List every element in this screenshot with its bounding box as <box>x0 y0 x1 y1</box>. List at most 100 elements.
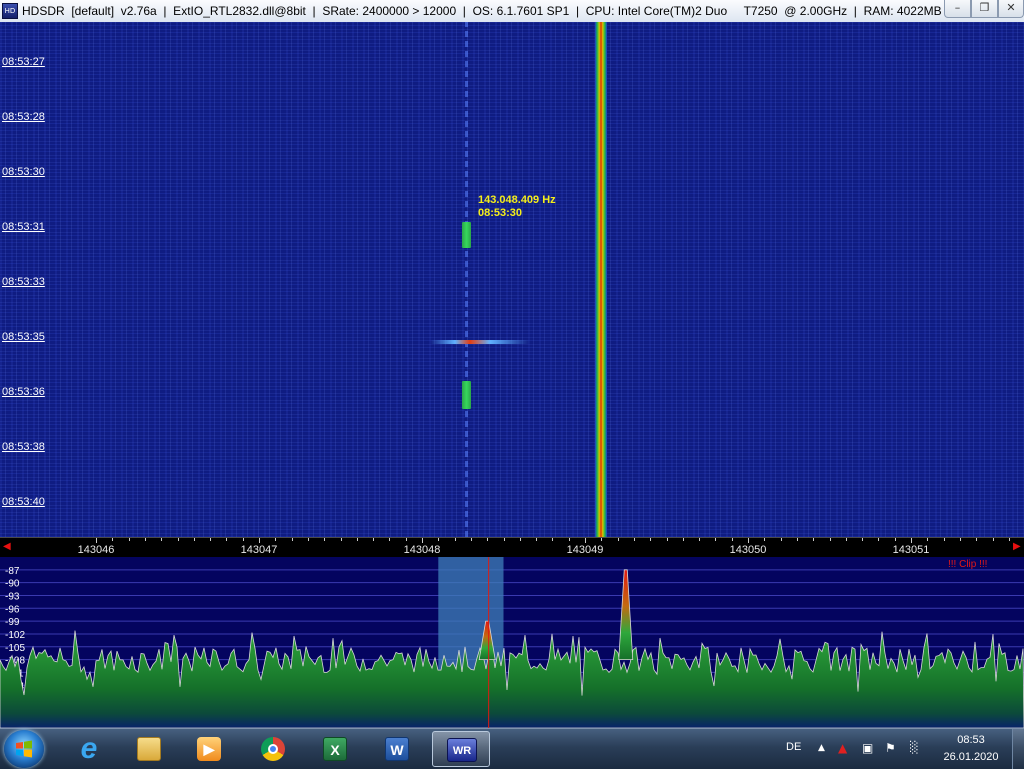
frequency-tickmark <box>731 538 733 541</box>
show-desktop-button[interactable] <box>1012 729 1024 769</box>
waterfall-timestamp: 08:53:31 <box>2 221 45 233</box>
frequency-tickmark <box>666 538 668 541</box>
waterfall-timestamp: 08:53:28 <box>2 111 45 123</box>
db-tick-label: -96 <box>5 604 20 615</box>
frequency-tickmark <box>438 538 440 541</box>
frequency-tickmark <box>389 538 391 541</box>
db-tick-label: -93 <box>5 591 20 602</box>
action-center-flag-icon[interactable]: ⚑ <box>885 741 896 755</box>
db-tick-label: -105 <box>5 643 25 654</box>
taskbar-media-player[interactable]: ▶ <box>184 731 234 767</box>
frequency-tickmark <box>324 538 326 541</box>
frequency-tick-label: 143048 <box>403 544 441 556</box>
close-button[interactable]: ✕ <box>998 0 1024 18</box>
clock-time[interactable]: 08:53 <box>940 734 1002 746</box>
frequency-tickmark <box>96 538 97 543</box>
db-tick-label: -90 <box>5 579 20 590</box>
taskbar-word[interactable]: W <box>372 731 422 767</box>
folder-icon <box>137 737 161 761</box>
frequency-tickmark <box>340 538 342 541</box>
frequency-tick-label: 143049 <box>566 544 604 556</box>
clock-date[interactable]: 26.01.2020 <box>940 751 1002 763</box>
frequency-ruler[interactable]: ◀ ▶ 143046 143047 143048 143049 143050 143051 <box>0 537 1024 558</box>
waterfall-timestamp: 08:53:40 <box>2 496 45 508</box>
taskbar-file-explorer[interactable] <box>124 731 174 767</box>
scroll-right-arrow-icon[interactable]: ▶ <box>1013 541 1021 552</box>
frequency-tickmark <box>470 538 472 541</box>
antivirus-icon[interactable]: ▲ <box>838 741 847 755</box>
device-icon[interactable]: ▣ <box>862 741 873 755</box>
frequency-tickmark <box>259 538 260 543</box>
scroll-left-arrow-icon[interactable]: ◀ <box>3 541 11 552</box>
frequency-tickmark <box>536 538 538 541</box>
frequency-tickmark <box>210 538 212 541</box>
frequency-tickmark <box>813 538 815 541</box>
signal-trail <box>465 22 468 537</box>
maximize-button[interactable]: ❐ <box>971 0 998 18</box>
media-player-icon: ▶ <box>197 737 221 761</box>
frequency-tickmark <box>878 538 880 541</box>
frequency-tickmark <box>585 538 586 543</box>
spectrum-display[interactable]: -87-90-93-96-99-102-105-108-111-114-117-… <box>0 557 1024 728</box>
frequency-tickmark <box>307 538 309 541</box>
minimize-button[interactable]: – <box>944 0 971 18</box>
frequency-tickmark <box>291 538 293 541</box>
frequency-tickmark <box>144 538 146 541</box>
taskbar-chrome[interactable] <box>248 731 298 767</box>
db-tick-label: -102 <box>5 630 25 641</box>
frequency-tickmark <box>177 538 179 541</box>
word-icon: W <box>385 737 409 761</box>
frequency-tickmark <box>976 538 978 541</box>
signal-sweep <box>430 340 530 344</box>
taskbar-hdsdr[interactable]: WR <box>432 731 490 767</box>
waterfall-display[interactable]: 08:53:27 08:53:28 08:53:30 08:53:31 08:5… <box>0 22 1024 537</box>
chrome-icon <box>261 737 285 761</box>
frequency-tickmark <box>112 538 114 541</box>
show-hidden-icons-icon[interactable]: ▲ <box>818 743 825 753</box>
title-bar[interactable]: HD HDSDR [default] v2.76a | ExtIO_RTL283… <box>0 0 1024 23</box>
maximize-icon: ❐ <box>979 1 990 14</box>
taskbar: e ▶ X W WR DE ▲ ▲ ▣ ⚑ ░ 08:53 26.01.2020 <box>0 728 1024 769</box>
frequency-tickmark <box>568 538 570 541</box>
frequency-tickmark <box>405 538 407 541</box>
taskbar-excel[interactable]: X <box>310 731 360 767</box>
frequency-tick-label: 143051 <box>892 544 930 556</box>
carrier-signal <box>595 22 607 537</box>
frequency-tickmark <box>503 538 505 541</box>
frequency-tickmark <box>356 538 358 541</box>
frequency-tickmark <box>829 538 831 541</box>
signal-peak <box>618 569 634 660</box>
input-language[interactable]: DE <box>786 741 801 753</box>
start-button[interactable] <box>4 730 44 768</box>
cursor-readout: 143.048.409 Hz 08:53:30 <box>478 194 556 220</box>
frequency-tick-label: 143050 <box>729 544 767 556</box>
waterfall-timestamp: 08:53:30 <box>2 166 45 178</box>
hdsdr-icon: WR <box>447 738 477 762</box>
frequency-tickmark <box>373 538 375 541</box>
waterfall-timestamp: 08:53:35 <box>2 331 45 343</box>
cursor-time: 08:53:30 <box>478 207 523 219</box>
frequency-tick-label: 143047 <box>240 544 278 556</box>
frequency-tickmark <box>487 538 489 541</box>
network-signal-icon[interactable]: ░ <box>910 741 918 754</box>
taskbar-internet-explorer[interactable]: e <box>64 731 114 767</box>
frequency-tickmark <box>748 538 749 543</box>
frequency-tickmark <box>894 538 896 541</box>
db-tick-label: -99 <box>5 617 20 628</box>
frequency-tickmark <box>764 538 766 541</box>
spectrum-trace <box>0 630 1024 728</box>
frequency-tickmark <box>226 538 228 541</box>
hdsdr-app-icon[interactable]: HD <box>2 3 18 19</box>
frequency-tickmark <box>650 538 652 541</box>
frequency-tickmark <box>992 538 994 541</box>
frequency-tickmark <box>275 538 277 541</box>
excel-icon: X <box>323 737 347 761</box>
db-tick-label: -87 <box>5 566 20 577</box>
frequency-tickmark <box>519 538 521 541</box>
spectrum-plot[interactable]: -87-90-93-96-99-102-105-108-111-114-117-… <box>0 557 1024 728</box>
frequency-tickmark <box>161 538 163 541</box>
frequency-tickmark <box>796 538 798 541</box>
window-title: HDSDR [default] v2.76a | ExtIO_RTL2832.d… <box>22 4 942 18</box>
frequency-tickmark <box>927 538 929 541</box>
frequency-tickmark <box>715 538 717 541</box>
